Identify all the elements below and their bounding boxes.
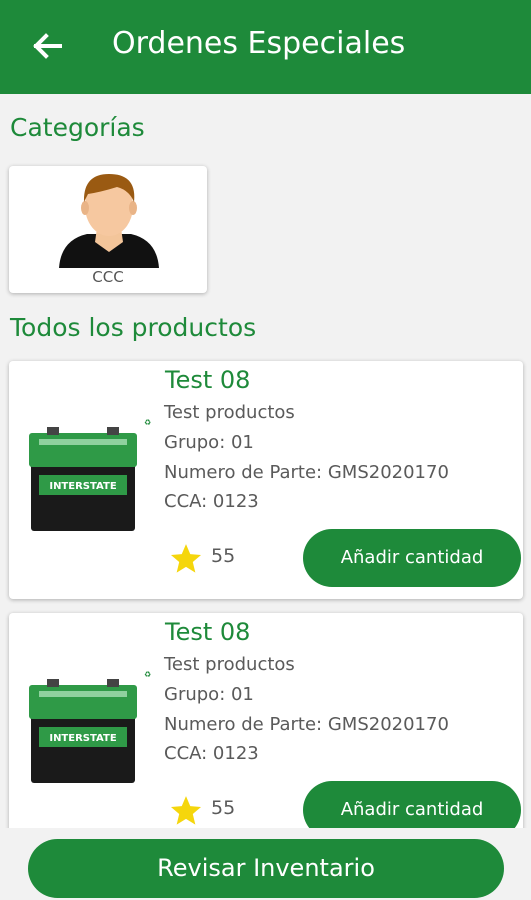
product-group: Grupo: 01 bbox=[164, 432, 254, 453]
product-description: Test productos bbox=[164, 402, 295, 423]
category-label: CCC bbox=[92, 268, 124, 286]
product-card[interactable]: INTERSTATE ♻ Test 08 Test productos Grup… bbox=[9, 361, 523, 599]
svg-text:♻: ♻ bbox=[144, 418, 151, 427]
svg-text:♻: ♻ bbox=[144, 670, 151, 679]
person-avatar-icon bbox=[59, 174, 159, 268]
product-name: Test 08 bbox=[165, 618, 251, 646]
product-cca: CCA: 0123 bbox=[164, 491, 259, 512]
svg-text:INTERSTATE: INTERSTATE bbox=[49, 733, 116, 744]
product-part-number: Numero de Parte: GMS2020170 bbox=[164, 714, 449, 735]
page-title: Ordenes Especiales bbox=[112, 26, 406, 61]
arrow-left-icon bbox=[33, 33, 62, 59]
svg-text:INTERSTATE: INTERSTATE bbox=[49, 481, 116, 492]
bottom-bar: Revisar Inventario bbox=[0, 828, 531, 900]
category-card[interactable]: CCC bbox=[9, 166, 207, 293]
product-name: Test 08 bbox=[165, 366, 251, 394]
product-rating: 55 bbox=[211, 545, 236, 567]
products-heading: Todos los productos bbox=[10, 313, 257, 342]
product-rating: 55 bbox=[211, 797, 236, 819]
product-group: Grupo: 01 bbox=[164, 684, 254, 705]
product-cca: CCA: 0123 bbox=[164, 743, 259, 764]
add-quantity-button[interactable]: Añadir cantidad bbox=[303, 529, 521, 587]
back-button[interactable] bbox=[28, 28, 68, 64]
categories-heading: Categorías bbox=[10, 113, 145, 142]
product-part-number: Numero de Parte: GMS2020170 bbox=[164, 462, 449, 483]
product-card[interactable]: INTERSTATE ♻ Test 08 Test productos Grup… bbox=[9, 613, 523, 851]
app-bar: Ordenes Especiales bbox=[0, 0, 531, 94]
star-icon bbox=[170, 544, 202, 573]
battery-image: INTERSTATE ♻ bbox=[29, 670, 151, 783]
product-description: Test productos bbox=[164, 654, 295, 675]
battery-image: INTERSTATE ♻ bbox=[29, 418, 151, 531]
star-icon bbox=[170, 796, 202, 825]
review-inventory-button[interactable]: Revisar Inventario bbox=[28, 839, 504, 898]
